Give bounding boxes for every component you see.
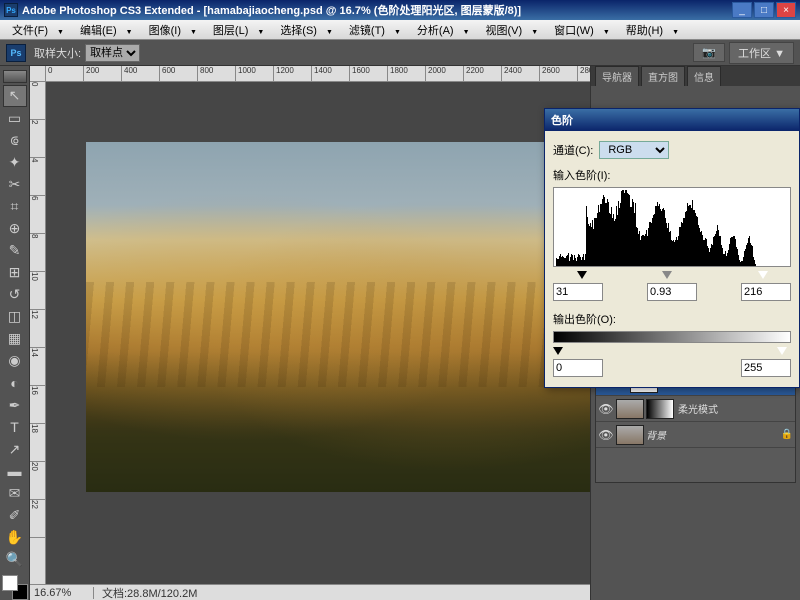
type-tool[interactable]: T	[3, 417, 27, 438]
notes-tool[interactable]: ✉	[3, 483, 27, 504]
crop-tool[interactable]: ✂	[3, 174, 27, 195]
menu-edit[interactable]: 编辑(E)▼	[72, 20, 141, 40]
wand-tool[interactable]: ✦	[3, 152, 27, 173]
menu-analysis[interactable]: 分析(A)▼	[409, 20, 478, 40]
menu-window[interactable]: 窗口(W)▼	[546, 20, 618, 40]
toolbox: ↖ ▭ ⟃ ✦ ✂ ⌗ ⊕ ✎ ⊞ ↺ ◫ ▦ ◉ ◐ ✒ T ↗ ▬ ✉ ✐ …	[0, 66, 30, 600]
menu-view[interactable]: 视图(V)▼	[478, 20, 547, 40]
ruler-horizontal[interactable]: 0200400600800100012001400160018002000220…	[46, 66, 590, 82]
statusbar: 16.67% 文档:28.8M/120.2M	[30, 584, 590, 600]
midtone-input[interactable]	[647, 283, 697, 301]
titlebar: Ps Adobe Photoshop CS3 Extended - [hamab…	[0, 0, 800, 20]
out-white-slider[interactable]	[777, 347, 787, 355]
workspace-button[interactable]: 工作区 ▼	[729, 42, 794, 64]
layer-name: 柔光模式	[678, 401, 793, 416]
channel-label: 通道(C):	[553, 142, 593, 158]
options-bar: Ps 取样大小: 取样点 📷 工作区 ▼	[0, 40, 800, 66]
input-levels-label: 输入色阶(I):	[553, 167, 791, 183]
foreground-swatch[interactable]	[2, 575, 18, 591]
zoom-tool[interactable]: 🔍	[3, 549, 27, 570]
layer-name: 背景	[646, 427, 781, 442]
doc-info: 文档:28.8M/120.2M	[94, 585, 197, 600]
histogram	[553, 187, 791, 267]
hand-tool[interactable]: ✋	[3, 527, 27, 548]
channel-select[interactable]: RGB	[599, 141, 669, 159]
menu-select[interactable]: 选择(S)▼	[272, 20, 341, 40]
blur-tool[interactable]: ◉	[3, 350, 27, 371]
dodge-tool[interactable]: ◐	[3, 372, 27, 393]
lock-icon: 🔒	[781, 429, 793, 440]
menu-image[interactable]: 图像(I)▼	[141, 20, 205, 40]
minimize-button[interactable]: _	[732, 2, 752, 18]
photo-canvas[interactable]	[86, 142, 590, 492]
ps-logo-icon: Ps	[6, 44, 26, 62]
output-sliders	[553, 347, 791, 357]
layer-thumb[interactable]	[616, 425, 644, 445]
heal-tool[interactable]: ⊕	[3, 218, 27, 239]
history-brush-tool[interactable]: ↺	[3, 284, 27, 305]
menu-filter[interactable]: 滤镜(T)▼	[341, 20, 409, 40]
out-black-slider[interactable]	[553, 347, 563, 355]
visibility-icon[interactable]: 👁	[598, 401, 614, 417]
panel-tabs-top: 导航器 直方图 信息	[591, 66, 800, 86]
eyedropper-tool[interactable]: ✐	[3, 505, 27, 526]
midtone-slider[interactable]	[662, 271, 672, 279]
marquee-tool[interactable]: ▭	[3, 108, 27, 129]
input-sliders	[553, 271, 791, 281]
pen-tool[interactable]: ✒	[3, 395, 27, 416]
app-icon: Ps	[4, 3, 18, 17]
toolbox-grip[interactable]	[3, 70, 27, 83]
output-gradient	[553, 331, 791, 343]
tab-navigator[interactable]: 导航器	[595, 66, 639, 86]
brush-tool[interactable]: ✎	[3, 240, 27, 261]
menu-file[interactable]: 文件(F)▼	[4, 20, 72, 40]
shape-tool[interactable]: ▬	[3, 461, 27, 482]
menu-help[interactable]: 帮助(H)▼	[618, 20, 687, 40]
tab-info[interactable]: 信息	[687, 66, 721, 86]
window-controls: _ □ ×	[732, 2, 796, 18]
shadow-input[interactable]	[553, 283, 603, 301]
gradient-tool[interactable]: ▦	[3, 328, 27, 349]
close-button[interactable]: ×	[776, 2, 796, 18]
ruler-vertical[interactable]: 0246810121416182022	[30, 82, 46, 584]
bridge-button[interactable]: 📷	[693, 43, 725, 62]
layer-row[interactable]: 👁 柔光模式	[596, 396, 795, 422]
highlight-slider[interactable]	[758, 271, 768, 279]
highlight-input[interactable]	[741, 283, 791, 301]
menu-layer[interactable]: 图层(L)▼	[205, 20, 272, 40]
shadow-slider[interactable]	[577, 271, 587, 279]
menubar: 文件(F)▼ 编辑(E)▼ 图像(I)▼ 图层(L)▼ 选择(S)▼ 滤镜(T)…	[0, 20, 800, 40]
layer-thumb[interactable]	[616, 399, 644, 419]
path-tool[interactable]: ↗	[3, 439, 27, 460]
move-tool[interactable]: ↖	[3, 85, 27, 106]
title-text: Adobe Photoshop CS3 Extended - [hamabaji…	[22, 2, 732, 18]
tab-histogram[interactable]: 直方图	[641, 66, 685, 86]
canvas-area: 0200400600800100012001400160018002000220…	[30, 66, 590, 600]
sample-size-label: 取样大小:	[34, 45, 81, 61]
levels-dialog[interactable]: 色阶 通道(C): RGB 输入色阶(I): 输出色阶(O):	[544, 108, 800, 388]
visibility-icon[interactable]: 👁	[598, 427, 614, 443]
eraser-tool[interactable]: ◫	[3, 306, 27, 327]
layer-row[interactable]: 👁 背景 🔒	[596, 422, 795, 448]
maximize-button[interactable]: □	[754, 2, 774, 18]
zoom-level[interactable]: 16.67%	[34, 587, 94, 599]
output-low-input[interactable]	[553, 359, 603, 377]
color-swatches[interactable]	[2, 575, 28, 600]
output-high-input[interactable]	[741, 359, 791, 377]
lasso-tool[interactable]: ⟃	[3, 130, 27, 151]
document[interactable]	[46, 82, 590, 584]
layer-mask[interactable]	[646, 399, 674, 419]
ruler-corner	[30, 66, 46, 82]
output-levels-label: 输出色阶(O):	[553, 311, 791, 327]
sample-size-select[interactable]: 取样点	[85, 44, 140, 62]
dialog-title[interactable]: 色阶	[545, 109, 799, 131]
slice-tool[interactable]: ⌗	[3, 196, 27, 217]
stamp-tool[interactable]: ⊞	[3, 262, 27, 283]
